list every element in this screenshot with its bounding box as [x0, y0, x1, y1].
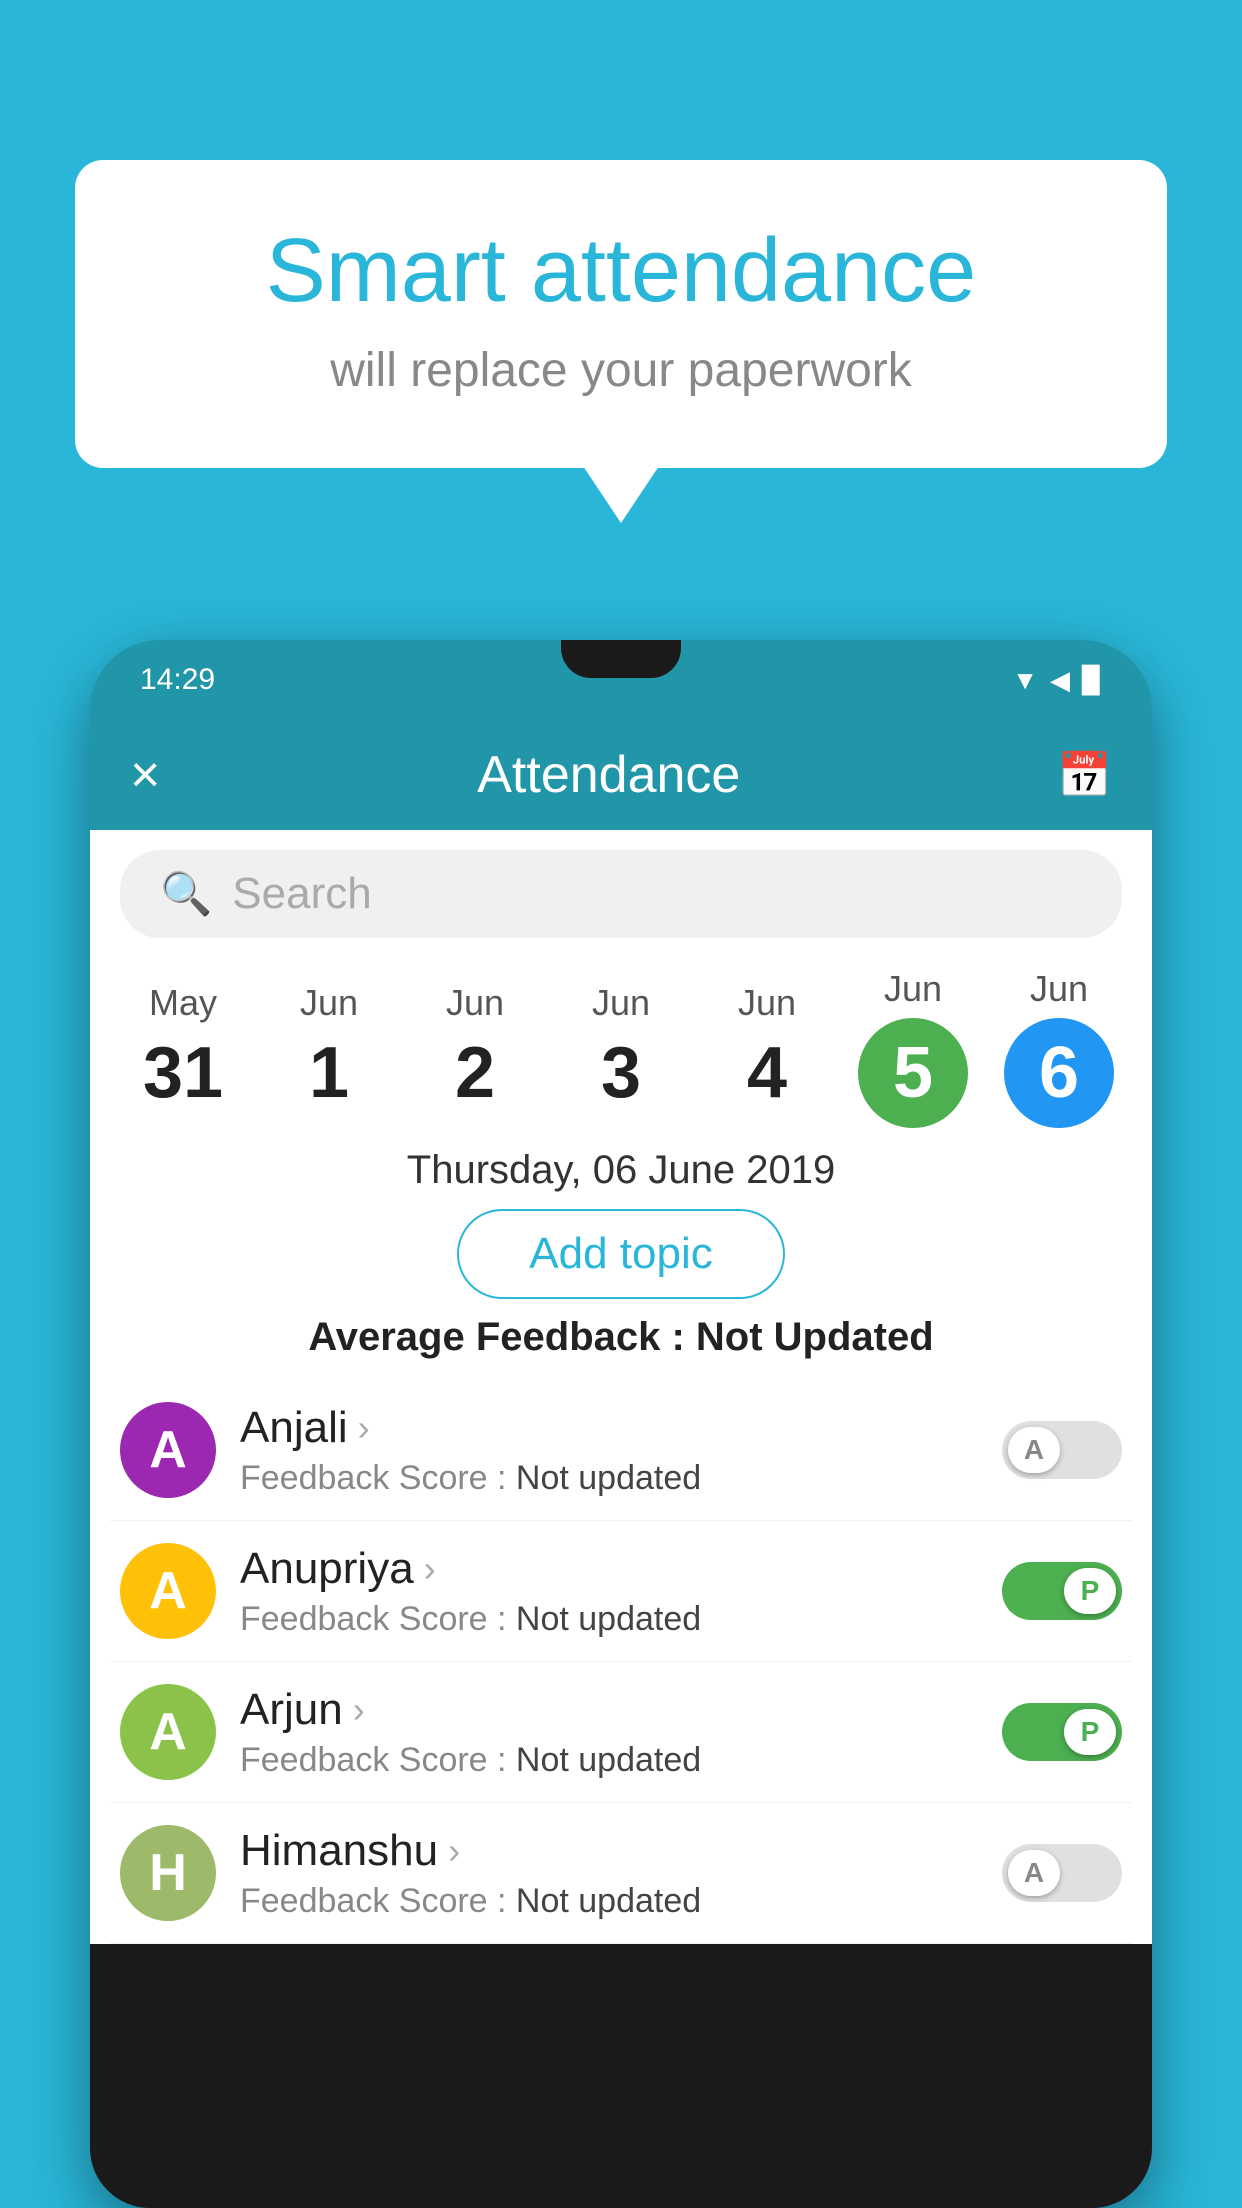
student-item-arjun[interactable]: A Arjun › Feedback Score : Not updated P — [110, 1662, 1132, 1803]
student-item-anupriya[interactable]: A Anupriya › Feedback Score : Not update… — [110, 1521, 1132, 1662]
status-time: 14:29 — [140, 663, 215, 697]
student-info-arjun: Arjun › Feedback Score : Not updated — [240, 1685, 978, 1780]
close-button[interactable]: × — [130, 745, 160, 805]
student-item-himanshu[interactable]: H Himanshu › Feedback Score : Not update… — [110, 1803, 1132, 1944]
feedback-score-anupriya: Feedback Score : Not updated — [240, 1600, 978, 1639]
toggle-thumb-anjali: A — [1008, 1427, 1060, 1473]
student-info-anupriya: Anupriya › Feedback Score : Not updated — [240, 1544, 978, 1639]
app-title: Attendance — [477, 745, 740, 805]
attendance-toggle-anupriya[interactable]: P — [1002, 1562, 1122, 1620]
selected-date-label: Thursday, 06 June 2019 — [90, 1148, 1152, 1193]
date-item-may31[interactable]: May 31 — [118, 982, 248, 1114]
student-item-anjali[interactable]: A Anjali › Feedback Score : Not updated … — [110, 1380, 1132, 1521]
status-icons: ▼ ◀ ▉ — [1012, 665, 1102, 696]
chevron-icon: › — [424, 1548, 436, 1590]
student-info-anjali: Anjali › Feedback Score : Not updated — [240, 1403, 978, 1498]
calendar-icon[interactable]: 📅 — [1057, 749, 1112, 801]
feedback-score-arjun: Feedback Score : Not updated — [240, 1741, 978, 1780]
date-item-jun5[interactable]: Jun 5 — [848, 968, 978, 1128]
student-name-arjun: Arjun › — [240, 1685, 978, 1735]
toggle-thumb-anupriya: P — [1064, 1568, 1116, 1614]
feedback-score-himanshu: Feedback Score : Not updated — [240, 1882, 978, 1921]
search-icon: 🔍 — [160, 870, 212, 919]
search-bar[interactable]: 🔍 Search — [120, 850, 1122, 938]
student-name-himanshu: Himanshu › — [240, 1826, 978, 1876]
student-name-anjali: Anjali › — [240, 1403, 978, 1453]
date-item-jun4[interactable]: Jun 4 — [702, 982, 832, 1114]
signal-icon: ◀ — [1050, 665, 1070, 696]
wifi-icon: ▼ — [1012, 665, 1038, 696]
chevron-icon: › — [353, 1689, 365, 1731]
speech-bubble: Smart attendance will replace your paper… — [75, 160, 1167, 468]
avg-feedback-label: Average Feedback : — [308, 1315, 696, 1359]
feedback-score-anjali: Feedback Score : Not updated — [240, 1459, 978, 1498]
phone-frame: 14:29 ▼ ◀ ▉ × Attendance 📅 🔍 Search May … — [90, 640, 1152, 2208]
student-name-anupriya: Anupriya › — [240, 1544, 978, 1594]
toggle-thumb-arjun: P — [1064, 1709, 1116, 1755]
date-item-jun3[interactable]: Jun 3 — [556, 982, 686, 1114]
battery-icon: ▉ — [1082, 665, 1102, 696]
chevron-icon: › — [358, 1407, 370, 1449]
avg-feedback-value: Not Updated — [696, 1315, 934, 1359]
add-topic-button[interactable]: Add topic — [457, 1209, 784, 1299]
date-strip: May 31 Jun 1 Jun 2 Jun 3 Jun 4 Jun 5 — [90, 958, 1152, 1138]
status-bar: 14:29 ▼ ◀ ▉ — [90, 640, 1152, 720]
student-avatar-anupriya: A — [120, 1543, 216, 1639]
attendance-toggle-anjali[interactable]: A — [1002, 1421, 1122, 1479]
attendance-toggle-himanshu[interactable]: A — [1002, 1844, 1122, 1902]
chevron-icon: › — [448, 1830, 460, 1872]
phone-screen: 🔍 Search May 31 Jun 1 Jun 2 Jun 3 Jun — [90, 830, 1152, 1944]
date-item-jun2[interactable]: Jun 2 — [410, 982, 540, 1114]
bubble-title: Smart attendance — [155, 220, 1087, 323]
student-avatar-himanshu: H — [120, 1825, 216, 1921]
attendance-toggle-arjun[interactable]: P — [1002, 1703, 1122, 1761]
date-item-jun6[interactable]: Jun 6 — [994, 968, 1124, 1128]
date-item-jun1[interactable]: Jun 1 — [264, 982, 394, 1114]
student-avatar-anjali: A — [120, 1402, 216, 1498]
student-list: A Anjali › Feedback Score : Not updated … — [90, 1380, 1152, 1944]
app-header: × Attendance 📅 — [90, 720, 1152, 830]
student-info-himanshu: Himanshu › Feedback Score : Not updated — [240, 1826, 978, 1921]
avg-feedback: Average Feedback : Not Updated — [90, 1315, 1152, 1360]
toggle-thumb-himanshu: A — [1008, 1850, 1060, 1896]
bubble-subtitle: will replace your paperwork — [155, 343, 1087, 398]
student-avatar-arjun: A — [120, 1684, 216, 1780]
search-placeholder: Search — [232, 869, 371, 919]
